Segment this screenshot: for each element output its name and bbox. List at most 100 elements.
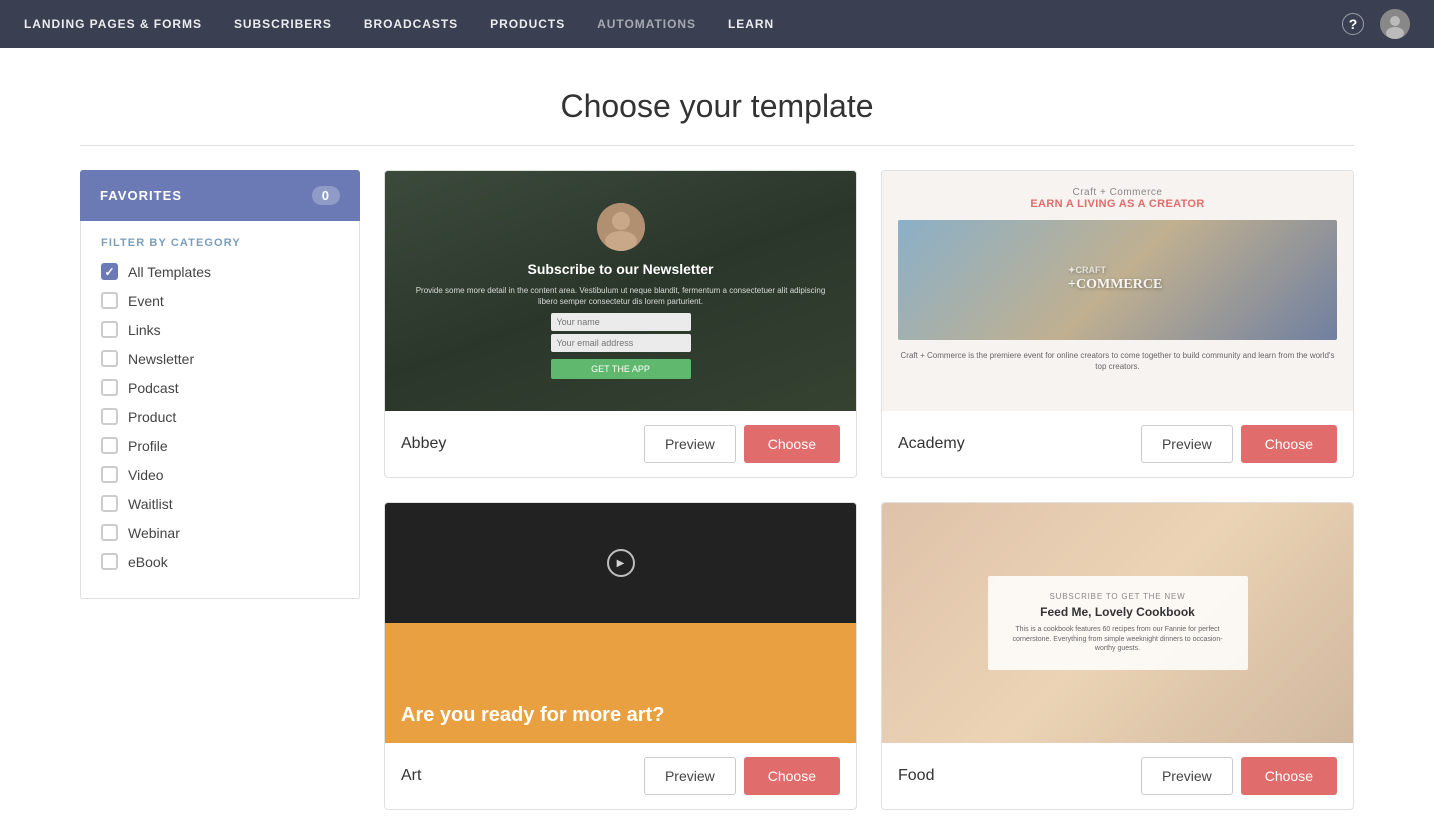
filter-event-label: Event: [128, 293, 164, 309]
svg-text:+COMMERCE: +COMMERCE: [1068, 277, 1162, 292]
abbey-name: Abbey: [401, 435, 446, 453]
food-name: Food: [898, 767, 934, 785]
checkbox-ebook[interactable]: [101, 553, 118, 570]
filter-all-templates[interactable]: All Templates: [101, 263, 339, 280]
checkbox-event[interactable]: [101, 292, 118, 309]
food-choose-button[interactable]: Choose: [1241, 757, 1337, 795]
art-headline: Are you ready for more art?: [401, 703, 664, 727]
template-card-food: SUBSCRIBE TO GET THE NEW Feed Me, Lovely…: [881, 502, 1354, 810]
filter-event[interactable]: Event: [101, 292, 339, 309]
food-info: Food Preview Choose: [882, 743, 1353, 809]
nav-landing-pages[interactable]: Landing Pages & Forms: [24, 13, 202, 35]
art-video-section: ▶: [385, 503, 856, 623]
nav-products[interactable]: Products: [490, 13, 565, 35]
abbey-name-input[interactable]: [551, 313, 691, 331]
earn-title: EARN A LIVING AS A CREATOR: [1030, 198, 1204, 210]
academy-logo: ✦CRAFT +COMMERCE: [1058, 253, 1178, 308]
art-actions: Preview Choose: [644, 757, 840, 795]
abbey-preview-content: Subscribe to our Newsletter Provide some…: [385, 183, 856, 399]
nav-learn[interactable]: Learn: [728, 13, 774, 35]
nav-left: Landing Pages & Forms Subscribers Broadc…: [24, 13, 774, 35]
food-subtitle: SUBSCRIBE TO GET THE NEW: [1008, 592, 1228, 601]
academy-body: Craft + Commerce is the premiere event f…: [898, 350, 1337, 372]
filter-product-label: Product: [128, 409, 176, 425]
filter-ebook-label: eBook: [128, 554, 168, 570]
abbey-body: Provide some more detail in the content …: [405, 285, 836, 307]
abbey-preview-button[interactable]: Preview: [644, 425, 736, 463]
checkbox-podcast[interactable]: [101, 379, 118, 396]
filter-title: FILTER BY CATEGORY: [101, 237, 339, 249]
academy-name: Academy: [898, 435, 965, 453]
checkbox-webinar[interactable]: [101, 524, 118, 541]
page-title-section: Choose your template: [0, 48, 1434, 145]
filter-podcast[interactable]: Podcast: [101, 379, 339, 396]
checkbox-newsletter[interactable]: [101, 350, 118, 367]
favorites-count: 0: [312, 186, 340, 205]
academy-image: ✦CRAFT +COMMERCE: [898, 220, 1337, 340]
filter-webinar-label: Webinar: [128, 525, 180, 541]
filter-links-label: Links: [128, 322, 161, 338]
filter-links[interactable]: Links: [101, 321, 339, 338]
main-content: FAVORITES 0 FILTER BY CATEGORY All Templ…: [0, 146, 1434, 834]
academy-preview-button[interactable]: Preview: [1141, 425, 1233, 463]
abbey-headline: Subscribe to our Newsletter: [405, 261, 836, 277]
filter-newsletter[interactable]: Newsletter: [101, 350, 339, 367]
template-preview-art: ▶ Are you ready for more art?: [385, 503, 856, 743]
checkbox-product[interactable]: [101, 408, 118, 425]
abbey-actions: Preview Choose: [644, 425, 840, 463]
academy-header: Craft + Commerce EARN A LIVING AS A CREA…: [1030, 187, 1204, 210]
abbey-signup-button[interactable]: GET THE APP: [551, 359, 691, 379]
filter-webinar[interactable]: Webinar: [101, 524, 339, 541]
filter-all-templates-label: All Templates: [128, 264, 211, 280]
abbey-avatar: [597, 203, 645, 251]
abbey-info: Abbey Preview Choose: [385, 411, 856, 477]
help-button[interactable]: ?: [1342, 13, 1364, 35]
checkbox-links[interactable]: [101, 321, 118, 338]
favorites-label: FAVORITES: [100, 188, 182, 203]
filter-video[interactable]: Video: [101, 466, 339, 483]
art-name: Art: [401, 767, 421, 785]
template-grid: Subscribe to our Newsletter Provide some…: [384, 170, 1354, 810]
filter-product[interactable]: Product: [101, 408, 339, 425]
template-preview-abbey: Subscribe to our Newsletter Provide some…: [385, 171, 856, 411]
academy-actions: Preview Choose: [1141, 425, 1337, 463]
academy-choose-button[interactable]: Choose: [1241, 425, 1337, 463]
template-card-abbey: Subscribe to our Newsletter Provide some…: [384, 170, 857, 478]
template-preview-food: SUBSCRIBE TO GET THE NEW Feed Me, Lovely…: [882, 503, 1353, 743]
nav-subscribers[interactable]: Subscribers: [234, 13, 332, 35]
checkbox-profile[interactable]: [101, 437, 118, 454]
abbey-email-input[interactable]: [551, 334, 691, 352]
food-overlay: SUBSCRIBE TO GET THE NEW Feed Me, Lovely…: [988, 576, 1248, 670]
template-card-art: ▶ Are you ready for more art? Art Previe…: [384, 502, 857, 810]
page-title: Choose your template: [0, 88, 1434, 125]
nav-right: ?: [1342, 9, 1410, 39]
nav-automations[interactable]: Automations: [597, 13, 696, 35]
favorites-button[interactable]: FAVORITES 0: [80, 170, 360, 221]
art-preview-button[interactable]: Preview: [644, 757, 736, 795]
food-body: This is a cookbook features 60 recipes f…: [1008, 625, 1228, 654]
art-info: Art Preview Choose: [385, 743, 856, 809]
avatar[interactable]: [1380, 9, 1410, 39]
food-preview-button[interactable]: Preview: [1141, 757, 1233, 795]
sidebar: FAVORITES 0 FILTER BY CATEGORY All Templ…: [80, 170, 360, 810]
filter-profile[interactable]: Profile: [101, 437, 339, 454]
checkbox-all-templates[interactable]: [101, 263, 118, 280]
template-card-academy: Craft + Commerce EARN A LIVING AS A CREA…: [881, 170, 1354, 478]
nav-broadcasts[interactable]: Broadcasts: [364, 13, 458, 35]
filter-newsletter-label: Newsletter: [128, 351, 194, 367]
abbey-choose-button[interactable]: Choose: [744, 425, 840, 463]
checkbox-video[interactable]: [101, 466, 118, 483]
art-choose-button[interactable]: Choose: [744, 757, 840, 795]
academy-info: Academy Preview Choose: [882, 411, 1353, 477]
filter-waitlist[interactable]: Waitlist: [101, 495, 339, 512]
art-text: Are you ready for more art?: [401, 703, 664, 727]
filter-section: FILTER BY CATEGORY All Templates Event L…: [80, 221, 360, 599]
filter-video-label: Video: [128, 467, 164, 483]
checkbox-waitlist[interactable]: [101, 495, 118, 512]
filter-ebook[interactable]: eBook: [101, 553, 339, 570]
navbar: Landing Pages & Forms Subscribers Broadc…: [0, 0, 1434, 48]
craft-title: Craft + Commerce: [1030, 187, 1204, 198]
food-actions: Preview Choose: [1141, 757, 1337, 795]
svg-text:✦CRAFT: ✦CRAFT: [1068, 265, 1107, 275]
filter-profile-label: Profile: [128, 438, 168, 454]
